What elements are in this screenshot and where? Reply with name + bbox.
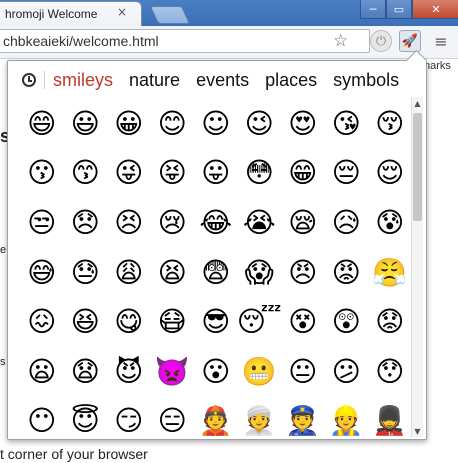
emoji-button[interactable]: 😞 <box>64 198 108 248</box>
category-bar: smileys nature events places symbols <box>22 68 415 92</box>
emoji-button[interactable]: 😰 <box>368 198 412 248</box>
url-text: chbkeaieki/welcome.html <box>3 33 159 49</box>
emoji-button[interactable]: 👿 <box>151 347 195 397</box>
emoji-button[interactable]: 😭 <box>238 198 282 248</box>
emoji-button[interactable]: 😣 <box>107 198 151 248</box>
emoji-button[interactable]: 😶 <box>20 397 64 447</box>
chrome-menu-icon[interactable]: ≡ <box>430 30 452 52</box>
browser-toolbar: chbkeaieki/welcome.html ☆ ⏻ 🚀 ≡ <box>0 26 458 59</box>
emoji-button[interactable]: 👷 <box>325 397 369 447</box>
emoji-button[interactable]: 😑 <box>151 397 195 447</box>
tab-close-icon[interactable]: × <box>117 5 127 19</box>
emoji-button[interactable]: 👲 <box>194 397 238 447</box>
bookmark-star-icon[interactable]: ☆ <box>333 31 348 51</box>
chromoji-extension-icon[interactable]: 🚀 <box>399 30 421 52</box>
emoji-button[interactable]: 😋 <box>107 297 151 347</box>
tab-events[interactable]: events <box>196 70 249 91</box>
emoji-button[interactable]: 😁 <box>281 149 325 199</box>
scroll-thumb[interactable] <box>413 113 422 221</box>
emoji-button[interactable]: 😏 <box>107 397 151 447</box>
popup-scrollbar[interactable]: ▲ ▼ <box>411 97 423 437</box>
emoji-button[interactable]: 😅 <box>20 248 64 298</box>
emoji-button[interactable]: 😠 <box>281 248 325 298</box>
new-tab-button[interactable] <box>149 6 191 24</box>
emoji-button[interactable]: 😝 <box>151 149 195 199</box>
maximize-icon[interactable]: ▭ <box>386 0 412 19</box>
emoji-button[interactable]: 😚 <box>368 99 412 149</box>
emoji-button[interactable]: 😦 <box>20 347 64 397</box>
page-bottom-text: t corner of your browser <box>0 446 148 462</box>
emoji-button[interactable]: 😔 <box>325 149 369 199</box>
emoji-button[interactable]: 😓 <box>64 248 108 298</box>
emoji-button[interactable]: 😥 <box>325 198 369 248</box>
emoji-button[interactable]: 😧 <box>64 347 108 397</box>
emoji-button[interactable]: 😀 <box>107 99 151 149</box>
emoji-button[interactable]: 😬 <box>238 347 282 397</box>
emoji-button[interactable]: 😫 <box>151 248 195 298</box>
address-bar[interactable]: chbkeaieki/welcome.html ☆ <box>0 29 370 53</box>
recent-clock-icon[interactable] <box>22 73 36 87</box>
emoji-button[interactable]: 😐 <box>281 347 325 397</box>
emoji-button[interactable]: 😟 <box>368 297 412 347</box>
emoji-button[interactable]: 😤 <box>368 248 412 298</box>
emoji-button[interactable]: 😘 <box>325 99 369 149</box>
emoji-button[interactable]: 😲 <box>325 297 369 347</box>
page-text-fragment: s <box>0 356 6 368</box>
emoji-button[interactable]: 😴 <box>237 297 282 347</box>
emoji-button[interactable]: 👮 <box>281 397 325 447</box>
tab-smileys[interactable]: smileys <box>53 70 113 91</box>
tab-title: hromoji Welcome <box>5 7 98 21</box>
emoji-grid: 😄 😃 😀 😊 ☺ 😉 😍 😘 😚 😗 😙 😜 😝 😛 😳 😁 😔 😌 😒 😞 😣 😢 😂 😭 😪 😥 😰 😅 😓 😩 😫 😨 😱 😠 😡 😤 😖 😆 😋 😷… <box>20 99 412 446</box>
emoji-button[interactable]: 😷 <box>151 297 195 347</box>
emoji-button[interactable]: 😱 <box>238 248 282 298</box>
emoji-button[interactable]: 😵 <box>281 297 325 347</box>
emoji-button[interactable]: 😗 <box>20 149 64 199</box>
emoji-button[interactable]: 😕 <box>325 347 369 397</box>
emoji-button[interactable]: ☺ <box>194 99 238 149</box>
emoji-button[interactable]: 😊 <box>151 99 195 149</box>
scroll-down-icon[interactable]: ▼ <box>412 425 423 437</box>
category-divider <box>44 71 45 89</box>
emoji-button[interactable]: 😮 <box>194 347 238 397</box>
emoji-button[interactable]: 😡 <box>325 248 369 298</box>
other-bookmarks-fragment[interactable]: narks <box>424 60 451 72</box>
emoji-button[interactable]: 😌 <box>368 149 412 199</box>
emoji-button[interactable]: 😒 <box>20 198 64 248</box>
tab-welcome[interactable]: hromoji Welcome × <box>0 1 142 26</box>
emoji-button[interactable]: 😉 <box>238 99 282 149</box>
emoji-popup: smileys nature events places symbols 😄 😃 😀… <box>7 49 428 440</box>
emoji-button[interactable]: 😆 <box>64 297 108 347</box>
scroll-up-icon[interactable]: ▲ <box>412 97 423 109</box>
tab-places[interactable]: places <box>265 70 317 91</box>
window-controls: ─ ▭ ✕ <box>360 0 458 20</box>
emoji-button[interactable]: 😂 <box>194 198 238 248</box>
tab-nature[interactable]: nature <box>129 70 180 91</box>
emoji-button[interactable]: 💂 <box>368 397 412 447</box>
emoji-button[interactable]: 😪 <box>281 198 325 248</box>
emoji-button[interactable]: 😩 <box>107 248 151 298</box>
extension-disabled-icon[interactable]: ⏻ <box>370 30 392 52</box>
emoji-button[interactable]: 😎 <box>194 297 238 347</box>
emoji-button[interactable]: 😈 <box>107 347 151 397</box>
emoji-button[interactable]: 😍 <box>281 99 325 149</box>
page-text-fragment: e <box>0 244 7 256</box>
minimize-icon[interactable]: ─ <box>360 0 386 19</box>
emoji-button[interactable]: 😄 <box>20 99 64 149</box>
emoji-button[interactable]: 😛 <box>194 149 238 199</box>
tab-symbols[interactable]: symbols <box>333 70 399 91</box>
emoji-button[interactable]: 😙 <box>64 149 108 199</box>
emoji-button[interactable]: 😇 <box>64 397 108 447</box>
emoji-button[interactable]: 😨 <box>194 248 238 298</box>
window-close-icon[interactable]: ✕ <box>412 0 458 19</box>
emoji-button[interactable]: 😢 <box>151 198 195 248</box>
emoji-button[interactable]: 😜 <box>107 149 151 199</box>
emoji-button[interactable]: 😳 <box>238 149 282 199</box>
emoji-button[interactable]: 😯 <box>368 347 412 397</box>
emoji-button[interactable]: 😃 <box>64 99 108 149</box>
emoji-button[interactable]: 👳 <box>238 397 282 447</box>
tab-strip: hromoji Welcome × ─ ▭ ✕ <box>0 0 458 26</box>
emoji-button[interactable]: 😖 <box>20 297 64 347</box>
